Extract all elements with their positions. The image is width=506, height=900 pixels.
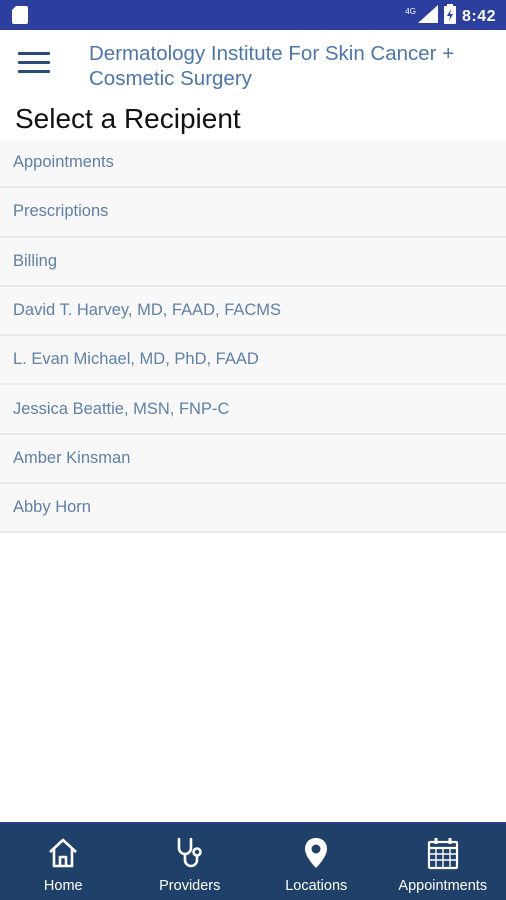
sim-card-icon [12,6,28,29]
calendar-icon [427,838,458,870]
nav-home-label: Home [43,878,83,894]
recipient-item-evan-michael[interactable]: L. Evan Michael, MD, PhD, FAAD [0,336,506,386]
recipient-item-appointments[interactable]: Appointments [0,139,506,189]
recipient-list: Appointments Prescriptions Billing David… [0,139,506,534]
location-pin-icon [305,838,328,868]
nav-appointments[interactable]: Appointments [380,824,506,900]
signal-icon [417,5,438,28]
page-title: Select a Recipient [15,103,241,134]
hamburger-menu-icon[interactable] [18,52,50,78]
nav-home[interactable]: Home [0,824,127,900]
recipient-item-abby-horn[interactable]: Abby Horn [0,484,506,534]
network-type-label: 4G [405,7,416,16]
clock: 8:42 [461,7,496,25]
recipient-item-prescriptions[interactable]: Prescriptions [0,188,506,238]
nav-appointments-label: Appointments [398,878,488,894]
status-bar: 4G 8:42 [0,0,506,30]
app-title: Dermatology Institute For Skin Cancer + … [89,42,455,90]
battery-icon [443,4,456,29]
app-header: Dermatology Institute For Skin Cancer + … [0,30,506,100]
recipient-item-jessica-beattie[interactable]: Jessica Beattie, MSN, FNP-C [0,385,506,435]
stethoscope-icon [177,837,202,868]
nav-locations-label: Locations [285,878,348,894]
bottom-navigation: Home Providers Locations Appointments [0,822,506,900]
nav-providers[interactable]: Providers [127,824,254,900]
recipient-item-david-harvey[interactable]: David T. Harvey, MD, FAAD, FACMS [0,286,506,337]
home-icon [49,838,78,868]
recipient-item-amber-kinsman[interactable]: Amber Kinsman [0,434,506,485]
nav-providers-label: Providers [159,878,221,894]
recipient-item-billing[interactable]: Billing [0,237,506,287]
nav-locations[interactable]: Locations [253,824,380,900]
